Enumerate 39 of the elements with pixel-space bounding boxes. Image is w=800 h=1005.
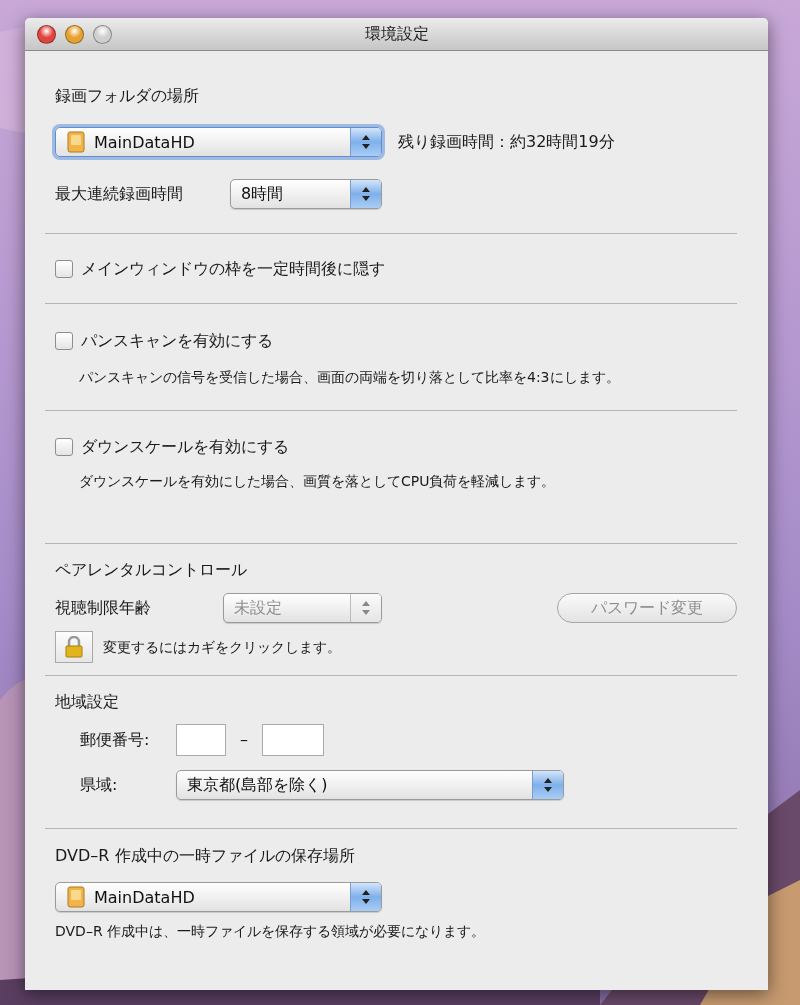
remaining-time: 残り録画時間：約32時間19分 xyxy=(398,132,615,152)
drive-icon xyxy=(66,131,86,153)
section-title: 録画フォルダの場所 xyxy=(55,86,200,106)
description: DVD–R 作成中は、一時ファイルを保存する領域が必要になります。 xyxy=(55,922,487,940)
updown-arrows-icon xyxy=(361,889,371,905)
checkbox-label: パンスキャンを有効にする xyxy=(81,331,273,351)
window-control[interactable] xyxy=(93,24,112,44)
field-label: 郵便番号: xyxy=(80,730,151,750)
field-label: 県域: xyxy=(80,775,119,795)
window-control[interactable] xyxy=(65,24,84,44)
updown-arrows-icon xyxy=(543,777,553,793)
description: パンスキャンの信号を受信した場合、画面の両端を切り落として比率を4:3にします。 xyxy=(78,368,621,386)
updown-arrows-icon xyxy=(361,186,371,202)
popup-button[interactable]: MainDataHD xyxy=(55,127,382,157)
lock-hint: 変更するにはカギをクリックします。 xyxy=(103,638,341,657)
popup-button[interactable]: 東京都(島部を除く) xyxy=(176,770,564,800)
checkbox-label: メインウィンドウの枠を一定時間後に隠す xyxy=(81,259,385,279)
updown-arrows-icon xyxy=(361,600,371,616)
dash: – xyxy=(240,730,248,750)
field-label: 最大連続録画時間 xyxy=(55,184,184,204)
section-title: 地域設定 xyxy=(55,692,120,712)
lock-icon xyxy=(65,636,83,658)
drive-icon xyxy=(66,886,86,908)
postal-code-field[interactable] xyxy=(262,724,324,756)
checkbox[interactable] xyxy=(55,332,73,350)
window-title: 環境設定 xyxy=(364,23,429,43)
updown-arrows-icon xyxy=(361,134,371,150)
postal-code-field[interactable] xyxy=(176,724,226,756)
field-label: 視聴制限年齢 xyxy=(55,598,152,618)
section-title: ペアレンタルコントロール xyxy=(55,560,248,580)
checkbox-label: ダウンスケールを有効にする xyxy=(81,437,289,457)
lock-button[interactable] xyxy=(55,631,93,663)
popup-button[interactable]: MainDataHD xyxy=(55,882,382,912)
section-title: DVD–R 作成中の一時ファイルの保存場所 xyxy=(55,846,356,866)
popup-button[interactable]: 8時間 xyxy=(230,179,382,209)
checkbox[interactable] xyxy=(55,438,73,456)
description: ダウンスケールを有効にした場合、画質を落としてCPU負荷を軽減します。 xyxy=(78,472,557,490)
checkbox[interactable] xyxy=(55,260,73,278)
window-control[interactable] xyxy=(37,24,56,44)
